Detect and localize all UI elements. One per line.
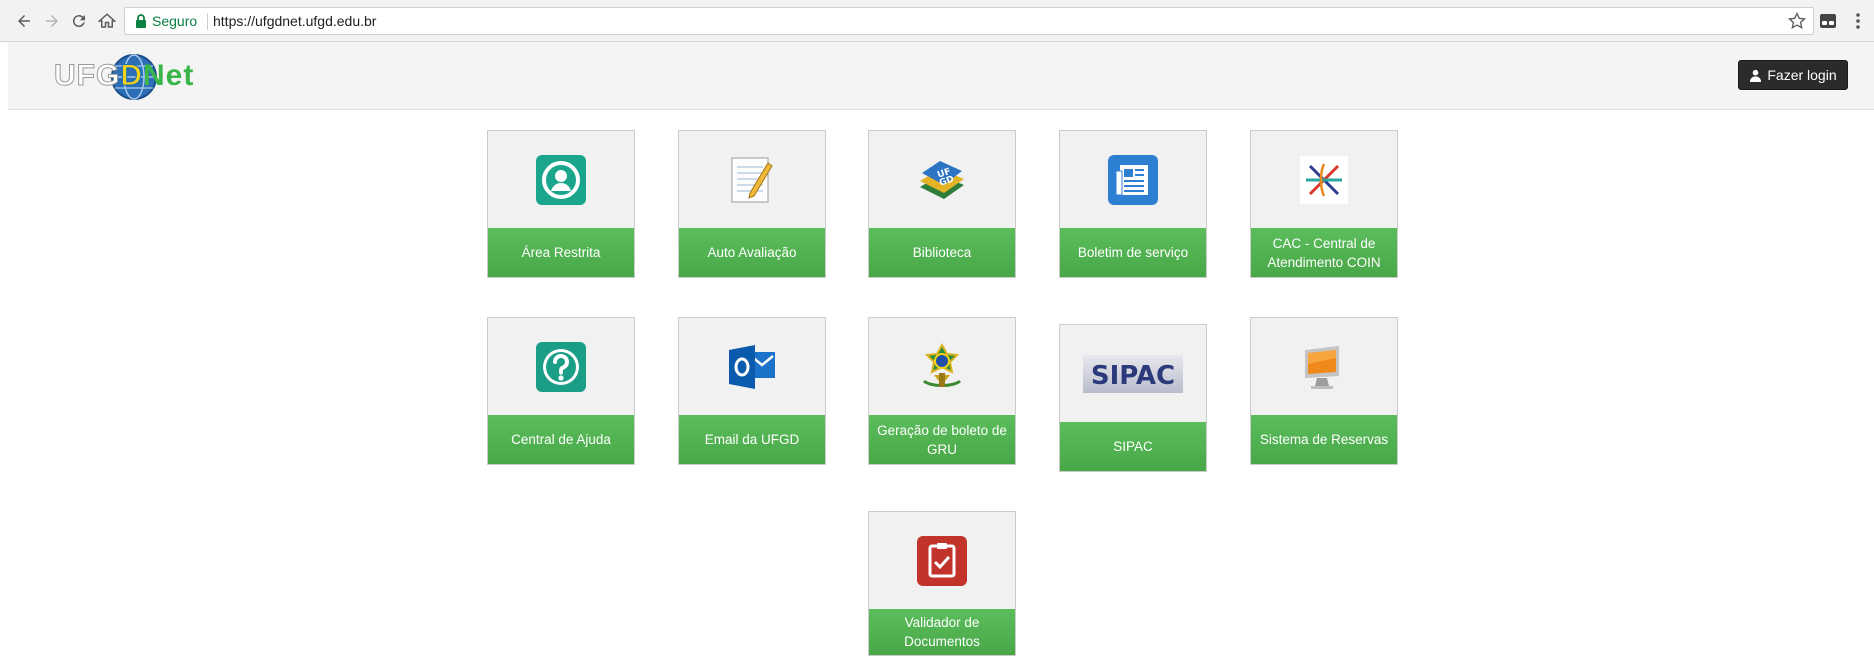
site-header: UFGDNet <box>8 42 1874 110</box>
tile-label: Boletim de serviço <box>1060 228 1206 277</box>
tile-cac-central-de-atendimento[interactable]: CAC - Central de Atendimento COIN <box>1250 130 1398 278</box>
bookmark-star-icon[interactable] <box>1787 11 1807 31</box>
tile-central-de-ajuda[interactable]: Central de Ajuda <box>487 317 635 465</box>
lock-icon <box>136 14 146 28</box>
url-text[interactable]: https://ufgdnet.ufgd.edu.br <box>213 13 376 29</box>
tile-label: SIPAC <box>1060 422 1206 471</box>
omnibox-separator <box>207 13 208 30</box>
login-button-label: Fazer login <box>1767 67 1837 83</box>
more-options-icon[interactable] <box>1852 11 1864 31</box>
tile-biblioteca[interactable]: UF GD Biblioteca <box>868 130 1016 278</box>
back-icon[interactable] <box>12 9 36 33</box>
home-icon[interactable] <box>95 9 119 33</box>
logo-text-net: Net <box>143 59 195 92</box>
brazil-coat-of-arms-icon <box>922 342 962 387</box>
user-circle-icon <box>536 155 586 205</box>
books-icon: UF GD <box>920 161 964 199</box>
reload-icon[interactable] <box>67 9 91 33</box>
login-button[interactable]: Fazer login <box>1738 60 1848 90</box>
tile-sipac[interactable]: SIPAC SIPAC <box>1059 324 1207 472</box>
tile-geracao-de-boleto-gru[interactable]: Geração de boleto de GRU <box>868 317 1016 465</box>
tile-label: Sistema de Reservas <box>1251 415 1397 464</box>
newspaper-icon <box>1108 155 1158 205</box>
tile-label: Geração de boleto de GRU <box>869 415 1015 464</box>
tile-boletim-de-servico[interactable]: Boletim de serviço <box>1059 130 1207 278</box>
tile-area-restrita[interactable]: Área Restrita <box>487 130 635 278</box>
cac-logo-icon <box>1300 156 1348 204</box>
ufgdnet-logo[interactable]: UFGDNet <box>53 50 214 102</box>
clipboard-check-icon <box>917 536 967 586</box>
sipac-logo-text: SIPAC <box>1091 361 1175 391</box>
forward-icon[interactable] <box>40 9 64 33</box>
monitor-icon <box>1305 346 1339 389</box>
address-bar[interactable]: Seguro https://ufgdnet.ufgd.edu.br <box>124 7 1814 35</box>
tile-validador-de-documentos[interactable]: Validador de Documentos <box>868 511 1016 656</box>
tile-label: Validador de Documentos <box>869 609 1015 655</box>
tile-email-da-ufgd[interactable]: Email da UFGD <box>678 317 826 465</box>
tile-label: Email da UFGD <box>679 415 825 464</box>
tile-label: Área Restrita <box>488 228 634 277</box>
logo-text-ufg: UFG <box>53 59 121 93</box>
tile-label: Central de Ajuda <box>488 415 634 464</box>
notepad-pencil-icon <box>731 157 773 203</box>
tile-label: Biblioteca <box>869 228 1015 277</box>
tile-label: CAC - Central de Atendimento COIN <box>1251 228 1397 277</box>
incognito-extension-icon[interactable] <box>1818 11 1838 31</box>
outlook-icon <box>729 345 775 389</box>
tile-auto-avaliacao[interactable]: Auto Avaliação <box>678 130 826 278</box>
logo-text: UFGDNet <box>53 59 195 93</box>
browser-toolbar: Seguro https://ufgdnet.ufgd.edu.br <box>0 0 1874 42</box>
tile-sistema-de-reservas[interactable]: Sistema de Reservas <box>1250 317 1398 465</box>
secure-label: Seguro <box>152 13 198 29</box>
tile-label: Auto Avaliação <box>679 228 825 277</box>
user-icon <box>1750 69 1762 82</box>
help-icon <box>536 342 586 392</box>
sipac-logo-icon: SIPAC <box>1083 355 1183 393</box>
logo-text-d: D <box>120 59 143 93</box>
